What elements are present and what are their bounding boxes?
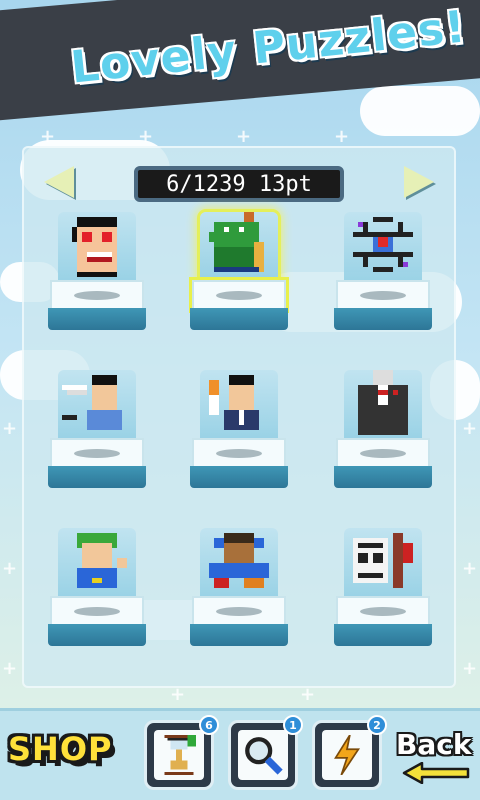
plus-decoration-icon: + [462,558,478,579]
plus-decoration-icon: + [236,126,252,147]
plus-decoration-icon: + [40,126,56,147]
lightning-icon [334,735,361,775]
magnifier-item-button[interactable]: 1 [228,715,303,790]
man-at-table-icon [209,533,269,588]
plus-decoration-icon: + [2,658,18,679]
puzzle-slot-4[interactable] [48,370,146,488]
hourglass-icon [164,735,197,775]
man-with-paper-plane-icon [62,375,122,430]
back-button[interactable]: Back [396,728,471,761]
heart-eyes-face-icon [72,217,117,277]
plus-decoration-icon: + [170,684,186,705]
puzzle-counter: 6/1239 13pt [134,166,344,202]
plus-decoration-icon: + [334,126,350,147]
puzzle-slot-8[interactable] [190,528,288,646]
puzzle-slot-3[interactable] [334,212,432,330]
plus-decoration-icon: + [300,684,316,705]
arrow-right-icon[interactable] [404,166,434,198]
puzzle-slot-7[interactable] [48,528,146,646]
shop-button[interactable]: SHOP [8,730,112,768]
hourglass-count-badge: 6 [199,715,219,735]
puzzle-slot-2[interactable] [190,212,288,330]
robot-tablet-icon [353,533,413,588]
magnifier-icon [245,737,283,775]
plus-decoration-icon: + [462,658,478,679]
man-in-suit-icon [358,370,408,435]
plus-decoration-icon: + [462,418,478,439]
lightning-count-badge: 2 [367,715,387,735]
magnifier-count-badge: 1 [283,715,303,735]
puzzle-slot-6[interactable] [334,370,432,488]
plus-decoration-icon: + [2,558,18,579]
man-with-torch-icon [209,375,259,430]
plus-decoration-icon: + [2,418,18,439]
green-hair-hero-icon [77,533,127,588]
arrow-left-icon[interactable] [44,166,74,198]
puzzle-slot-5[interactable] [190,370,288,488]
atom-molecule-icon [353,217,413,272]
plus-decoration-icon: + [138,126,154,147]
puzzle-slot-1[interactable] [48,212,146,330]
green-dragon-icon [209,212,264,272]
cloud-decoration [360,86,480,136]
lightning-item-button[interactable]: 2 [312,715,387,790]
back-arrow-icon[interactable] [402,762,472,784]
hourglass-item-button[interactable]: 6 [144,715,219,790]
puzzle-slot-9[interactable] [334,528,432,646]
